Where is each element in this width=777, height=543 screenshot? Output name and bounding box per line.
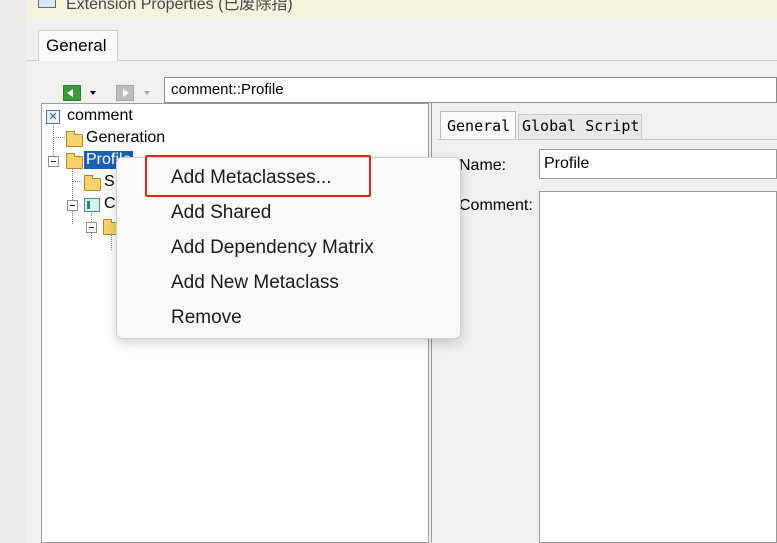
forward-arrow-icon[interactable] bbox=[116, 85, 134, 101]
tree-node-label: S bbox=[104, 173, 115, 190]
menu-item-add-new-metaclass[interactable]: Add New Metaclass bbox=[117, 265, 460, 300]
tree-node-label: Generation bbox=[86, 129, 166, 146]
properties-tab-strip: General Global Script bbox=[438, 111, 777, 140]
name-label: Name: bbox=[459, 157, 507, 174]
tree-node-label: C bbox=[104, 195, 116, 212]
folder-icon bbox=[66, 131, 83, 147]
model-icon: ✕ bbox=[46, 110, 60, 124]
name-field[interactable]: Profile bbox=[539, 149, 777, 179]
tab-label: Global Script bbox=[522, 117, 640, 135]
name-value: Profile bbox=[544, 155, 590, 172]
tree-line bbox=[72, 166, 73, 224]
collapse-icon[interactable] bbox=[48, 156, 59, 167]
comment-field[interactable] bbox=[539, 191, 777, 543]
menu-item-add-dependency-matrix[interactable]: Add Dependency Matrix bbox=[117, 230, 460, 265]
tree-line bbox=[53, 137, 65, 138]
tab-label: General bbox=[447, 117, 511, 135]
menu-item-label: Add Dependency Matrix bbox=[171, 237, 374, 258]
menu-item-label: Add Shared bbox=[171, 202, 272, 223]
menu-item-add-shared[interactable]: Add Shared bbox=[117, 195, 460, 230]
folder-icon bbox=[66, 153, 83, 169]
left-edge-strip bbox=[0, 0, 27, 543]
tab-properties-general[interactable]: General bbox=[440, 111, 516, 139]
annotation-highlight-box bbox=[145, 155, 371, 197]
comment-label: Comment: bbox=[459, 197, 533, 214]
tree-line bbox=[53, 122, 54, 160]
window-title: Extension Properties (已废除指) bbox=[66, 0, 293, 13]
tree-node-label: comment bbox=[67, 107, 133, 124]
tree-line bbox=[72, 181, 82, 182]
menu-item-remove[interactable]: Remove bbox=[117, 300, 460, 335]
menu-item-label: Remove bbox=[171, 307, 242, 328]
object-path-field[interactable]: comment::Profile bbox=[164, 77, 777, 103]
back-dropdown-icon[interactable] bbox=[89, 89, 97, 97]
folder-icon bbox=[84, 175, 101, 191]
object-path-text: comment::Profile bbox=[171, 81, 284, 98]
collapse-icon[interactable] bbox=[67, 200, 78, 211]
menu-item-label: Add New Metaclass bbox=[171, 272, 339, 293]
back-arrow-icon[interactable] bbox=[63, 85, 81, 101]
tab-general-label: General bbox=[46, 36, 107, 55]
tab-global-script[interactable]: Global Script bbox=[518, 114, 642, 139]
tab-general[interactable]: General bbox=[38, 30, 118, 61]
main-tab-strip bbox=[26, 17, 777, 61]
forward-dropdown-icon[interactable] bbox=[143, 89, 151, 97]
collapse-icon[interactable] bbox=[86, 222, 97, 233]
metaclass-icon bbox=[84, 198, 100, 212]
window-titlebar: Extension Properties (已废除指) bbox=[26, 0, 777, 17]
window-icon bbox=[38, 0, 56, 8]
